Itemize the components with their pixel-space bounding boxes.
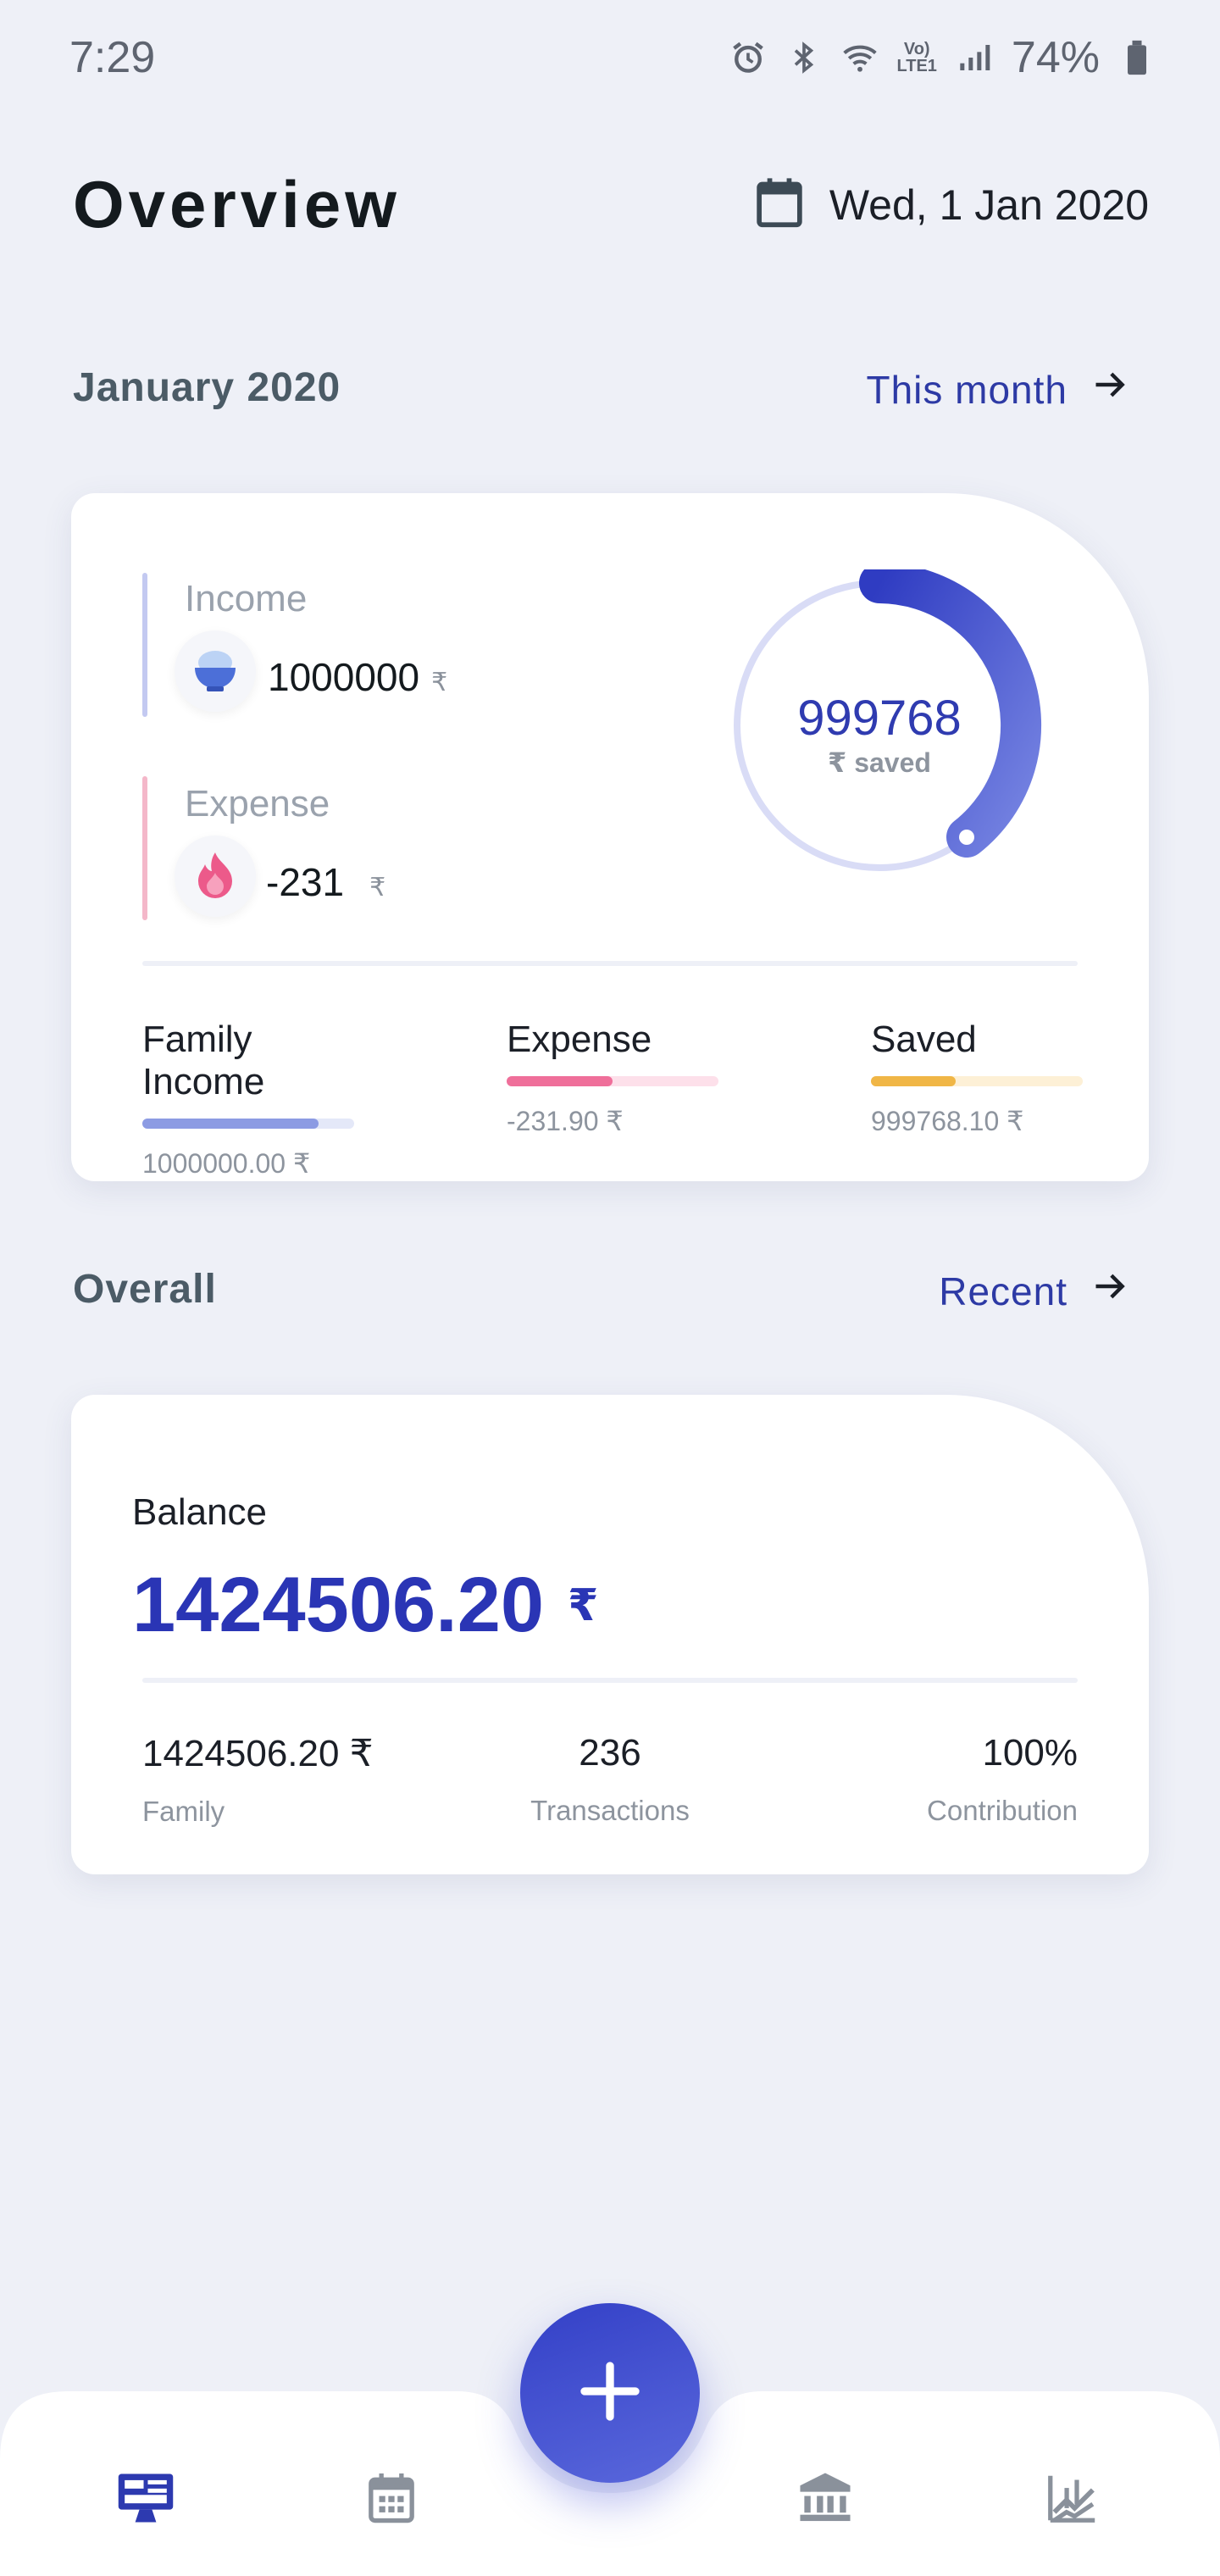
- saved-stat: Saved 999768.10 ₹: [871, 1019, 1083, 1137]
- expense-stat-track: [507, 1076, 718, 1086]
- expense-label: Expense: [185, 783, 330, 824]
- income-accent-bar: [142, 573, 147, 717]
- status-time: 7:29: [69, 33, 156, 82]
- month-section-title: January 2020: [73, 365, 341, 410]
- expense-stat-label: Expense: [507, 1019, 652, 1060]
- family-income-track: [142, 1119, 354, 1129]
- balance-label: Balance: [132, 1491, 268, 1533]
- contribution-value: 100%: [982, 1732, 1078, 1774]
- date-selector[interactable]: Wed, 1 Jan 2020: [755, 176, 1149, 233]
- saved-stat-value: 999768.10 ₹: [871, 1106, 1024, 1136]
- expense-stat-value: -231.90 ₹: [507, 1106, 624, 1136]
- family-income-fill: [142, 1119, 319, 1129]
- expense-amount: -231: [266, 860, 345, 904]
- bank-icon: [798, 2471, 852, 2529]
- balance-value: 1424506.20: [132, 1562, 545, 1648]
- expense-amount-row: -231 ₹: [266, 859, 385, 905]
- alarm-icon: [729, 39, 767, 76]
- saved-amount: 999768: [797, 691, 962, 746]
- dashboard-icon: [116, 2472, 175, 2529]
- expense-accent-bar: [142, 776, 147, 920]
- arrow-right-icon: [1090, 366, 1130, 413]
- transactions-count: 236: [579, 1732, 641, 1774]
- month-summary-card: Income 1000000 ₹ Expense -231 ₹ 999768 ₹…: [71, 493, 1149, 1181]
- savings-donut: 999768 ₹ saved: [724, 563, 1045, 891]
- add-icon: [576, 2357, 644, 2429]
- this-month-label: This month: [866, 367, 1068, 412]
- overall-section-title: Overall: [73, 1267, 217, 1312]
- calendar-grid-icon: [367, 2471, 416, 2529]
- family-total: 1424506.20 ₹: [142, 1733, 374, 1774]
- overall-balance-card: Balance 1424506.20 ₹ 1424506.20 ₹ Family…: [71, 1395, 1149, 1874]
- family-stat: 1424506.20 ₹ Family: [142, 1732, 374, 1828]
- add-transaction-button[interactable]: [520, 2303, 700, 2483]
- this-month-link[interactable]: This month: [866, 366, 1130, 413]
- expense-stat-fill: [507, 1076, 613, 1086]
- battery-icon: [1118, 39, 1156, 76]
- saved-caption: ₹ saved: [828, 747, 931, 778]
- nav-dashboard[interactable]: [112, 2466, 180, 2534]
- calendar-icon: [755, 176, 804, 233]
- balance-row: 1424506.20 ₹: [132, 1561, 598, 1650]
- card-divider: [142, 961, 1078, 966]
- saved-stat-fill: [871, 1076, 956, 1086]
- expense-currency: ₹: [369, 874, 386, 902]
- card-divider: [142, 1678, 1078, 1683]
- stats-icon: [1046, 2472, 1099, 2529]
- page-title: Overview: [73, 167, 401, 242]
- current-date: Wed, 1 Jan 2020: [829, 180, 1149, 229]
- volte-indicator: Vo) LTE1: [896, 40, 937, 75]
- bluetooth-icon: [785, 39, 823, 76]
- nav-calendar[interactable]: [358, 2466, 425, 2534]
- income-currency: ₹: [431, 669, 448, 697]
- family-income-value: 1000000.00 ₹: [142, 1148, 311, 1179]
- balance-currency: ₹: [568, 1580, 599, 1630]
- nav-bank[interactable]: [791, 2466, 859, 2534]
- status-icons: Vo) LTE1 74%: [729, 32, 1156, 83]
- rice-bowl-icon: [190, 646, 241, 697]
- saved-stat-track: [871, 1076, 1083, 1086]
- donut-end-dot: [959, 830, 974, 845]
- recent-label: Recent: [939, 1269, 1068, 1313]
- battery-percent: 74%: [1011, 33, 1100, 82]
- fire-icon: [193, 849, 237, 904]
- wifi-icon: [841, 39, 879, 76]
- income-avatar: [175, 630, 256, 712]
- transactions-stat: 236 Transactions: [525, 1732, 695, 1827]
- transactions-caption: Transactions: [530, 1795, 690, 1826]
- saved-stat-label: Saved: [871, 1019, 977, 1060]
- family-income-stat: Family Income 1000000.00 ₹: [142, 1019, 354, 1180]
- expense-avatar: [175, 836, 256, 917]
- arrow-right-icon: [1090, 1268, 1130, 1314]
- contribution-caption: Contribution: [927, 1795, 1078, 1826]
- expense-stat: Expense -231.90 ₹: [507, 1019, 718, 1137]
- signal-icon: [956, 39, 993, 76]
- income-amount: 1000000: [268, 655, 420, 699]
- recent-link[interactable]: Recent: [939, 1268, 1130, 1314]
- income-amount-row: 1000000 ₹: [268, 654, 447, 700]
- nav-stats[interactable]: [1039, 2466, 1106, 2534]
- family-income-label: Family Income: [142, 1019, 265, 1102]
- contribution-stat: 100% Contribution: [927, 1732, 1078, 1827]
- family-caption: Family: [142, 1796, 225, 1827]
- income-label: Income: [185, 578, 308, 619]
